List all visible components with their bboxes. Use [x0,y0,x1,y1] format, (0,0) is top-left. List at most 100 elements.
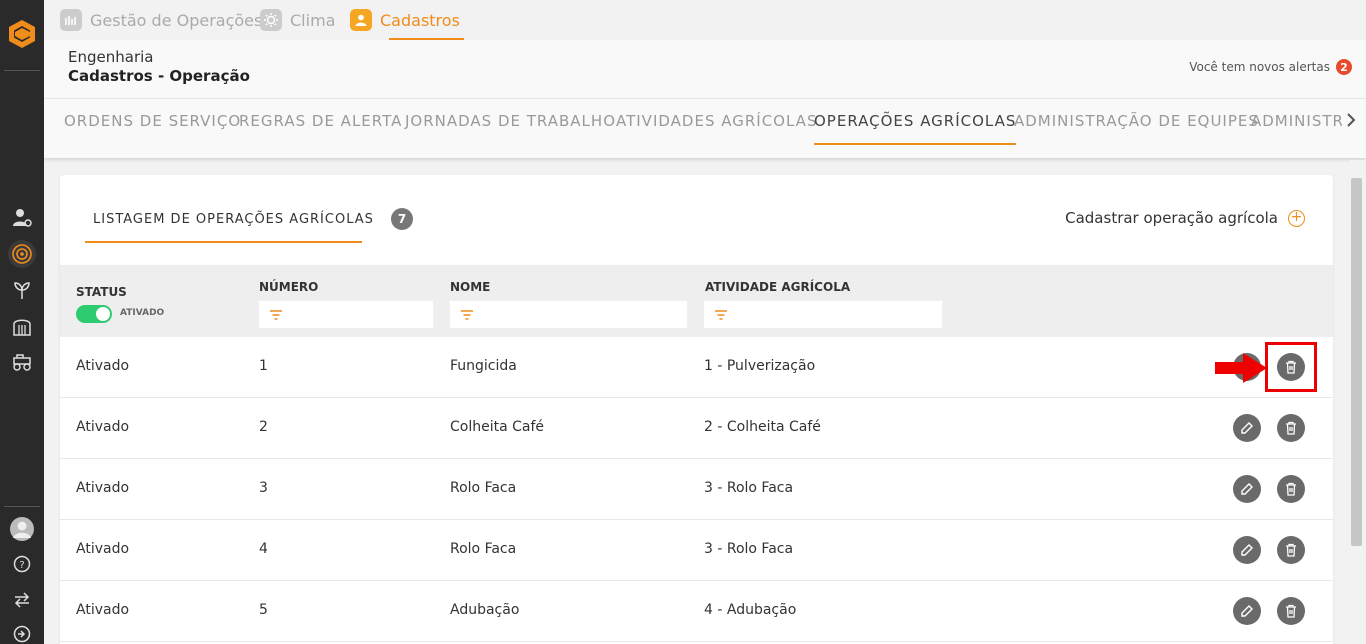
user-settings-icon[interactable] [8,204,36,232]
module-clima[interactable]: Clima [260,0,335,40]
cell-numero: 4 [259,541,268,557]
sun-icon [260,9,282,31]
cell-nome: Fungicida [450,358,517,374]
table-row[interactable]: Ativado 4 Rolo Faca 3 - Rolo Faca [60,520,1333,581]
cell-nome: Adubação [450,602,520,618]
alerts-notice[interactable]: Você tem novos alertas 2 [1189,59,1352,75]
edit-button[interactable] [1233,597,1261,625]
cell-nome: Rolo Faca [450,541,517,557]
trash-icon [1286,421,1296,435]
alerts-count-badge: 2 [1336,59,1352,75]
filter-icon [270,310,282,320]
module-cadastros[interactable]: Cadastros [350,0,464,40]
module-label: Cadastros [380,10,460,30]
atividade-filter-input[interactable] [703,300,943,329]
table-header: STATUS ATIVADO NÚMERO NOME ATIVIDADE AGR… [60,265,1333,337]
breadcrumb-parent: Engenharia [68,48,154,66]
logout-icon[interactable] [8,620,36,644]
table-row[interactable]: Ativado 2 Colheita Café 2 - Colheita Caf… [60,398,1333,459]
edit-icon [1241,483,1253,495]
cell-status: Ativado [76,480,130,496]
cell-status: Ativado [76,541,130,557]
tab-operacoes-agricolas[interactable]: OPERAÇÕES AGRÍCOLAS [814,99,1017,145]
table-row[interactable]: Ativado 1 Fungicida 1 - Pulverização [60,337,1333,398]
edit-icon [1241,605,1253,617]
edit-icon [1241,544,1253,556]
chevron-right-icon[interactable] [1342,109,1360,131]
nome-filter-input[interactable] [449,300,688,329]
status-toggle-label: ATIVADO [120,308,165,318]
cell-atividade: 2 - Colheita Café [704,419,821,435]
cell-atividade: 4 - Adubação [704,602,797,618]
cell-status: Ativado [76,602,130,618]
module-bar: Gestão de Operações Clima Cadastros [44,0,1366,40]
cell-nome: Colheita Café [450,419,545,435]
list-tab-underline [85,241,362,243]
operations-card: LISTAGEM DE OPERAÇÕES AGRÍCOLAS 7 Cadast… [60,175,1333,644]
target-operations-icon[interactable] [8,240,36,268]
cell-status: Ativado [76,358,130,374]
tab-jornadas-trabalho[interactable]: JORNADAS DE TRABALHO [405,99,616,145]
add-operation-button[interactable]: Cadastrar operação agrícola + [1065,209,1305,227]
trash-icon [1286,482,1296,496]
module-gestao-operacoes[interactable]: Gestão de Operações [60,0,262,40]
silo-icon[interactable] [8,312,36,340]
header-status: STATUS [76,285,127,299]
edit-button[interactable] [1233,414,1261,442]
plus-circle-icon: + [1288,209,1305,227]
module-label: Gestão de Operações [90,10,263,30]
cell-numero: 5 [259,602,268,618]
delete-button[interactable] [1277,597,1305,625]
cell-status: Ativado [76,419,130,435]
header-atividade: ATIVIDADE AGRÍCOLA [705,280,851,294]
rail-divider [4,70,40,71]
numero-filter-input[interactable] [258,300,434,329]
status-filter-toggle[interactable] [76,305,112,323]
tractor-icon[interactable] [8,348,36,376]
annotation-arrow-icon [1213,352,1269,384]
count-badge: 7 [391,208,413,230]
cell-atividade: 1 - Pulverização [704,358,816,374]
plant-icon[interactable] [8,276,36,304]
module-label: Clima [290,10,336,30]
swap-icon[interactable] [8,586,36,614]
avatar[interactable] [8,515,36,543]
svg-text:?: ? [19,560,24,571]
edit-button[interactable] [1233,536,1261,564]
page-title: Cadastros - Operação [68,67,250,85]
alerts-text: Você tem novos alertas [1189,60,1330,74]
delete-button[interactable] [1277,414,1305,442]
add-operation-label: Cadastrar operação agrícola [1065,209,1278,227]
tab-regras-alerta[interactable]: REGRAS DE ALERTA [239,99,402,145]
delete-button[interactable] [1277,475,1305,503]
delete-button[interactable] [1277,536,1305,564]
table-row[interactable]: Ativado 3 Rolo Faca 3 - Rolo Faca [60,459,1333,520]
tab-atividades-agricolas[interactable]: ATIVIDADES AGRÍCOLAS [616,99,817,145]
section-tabs: ORDENS DE SERVIÇO REGRAS DE ALERTA JORNA… [44,98,1366,158]
trash-icon [1286,604,1296,618]
left-rail: ? [0,0,44,644]
company-logo-icon[interactable] [6,18,38,50]
tab-administracao-truncated[interactable]: ADMINISTR [1251,99,1344,145]
filter-icon [715,310,727,320]
edit-icon [1241,422,1253,434]
table-row[interactable]: Ativado 5 Adubação 4 - Adubação [60,581,1333,642]
cell-nome: Rolo Faca [450,480,517,496]
tab-ordens-servico[interactable]: ORDENS DE SERVIÇO [64,99,241,145]
edit-button[interactable] [1233,475,1261,503]
list-tab-title[interactable]: LISTAGEM DE OPERAÇÕES AGRÍCOLAS [93,212,374,227]
cell-atividade: 3 - Rolo Faca [704,480,794,496]
help-icon[interactable]: ? [8,550,36,578]
tab-administracao-equipes[interactable]: ADMINISTRAÇÃO DE EQUIPES [1014,99,1259,145]
cell-numero: 3 [259,480,268,496]
header-numero: NÚMERO [259,280,319,294]
page-header: Engenharia Cadastros - Operação Você tem… [44,40,1366,98]
operations-icon [60,9,82,31]
cell-numero: 2 [259,419,268,435]
annotation-highlight-box [1265,342,1317,392]
filter-icon [461,310,473,320]
trash-icon [1286,543,1296,557]
cell-atividade: 3 - Rolo Faca [704,541,794,557]
cell-numero: 1 [259,358,268,374]
scrollbar-thumb[interactable] [1351,178,1362,546]
